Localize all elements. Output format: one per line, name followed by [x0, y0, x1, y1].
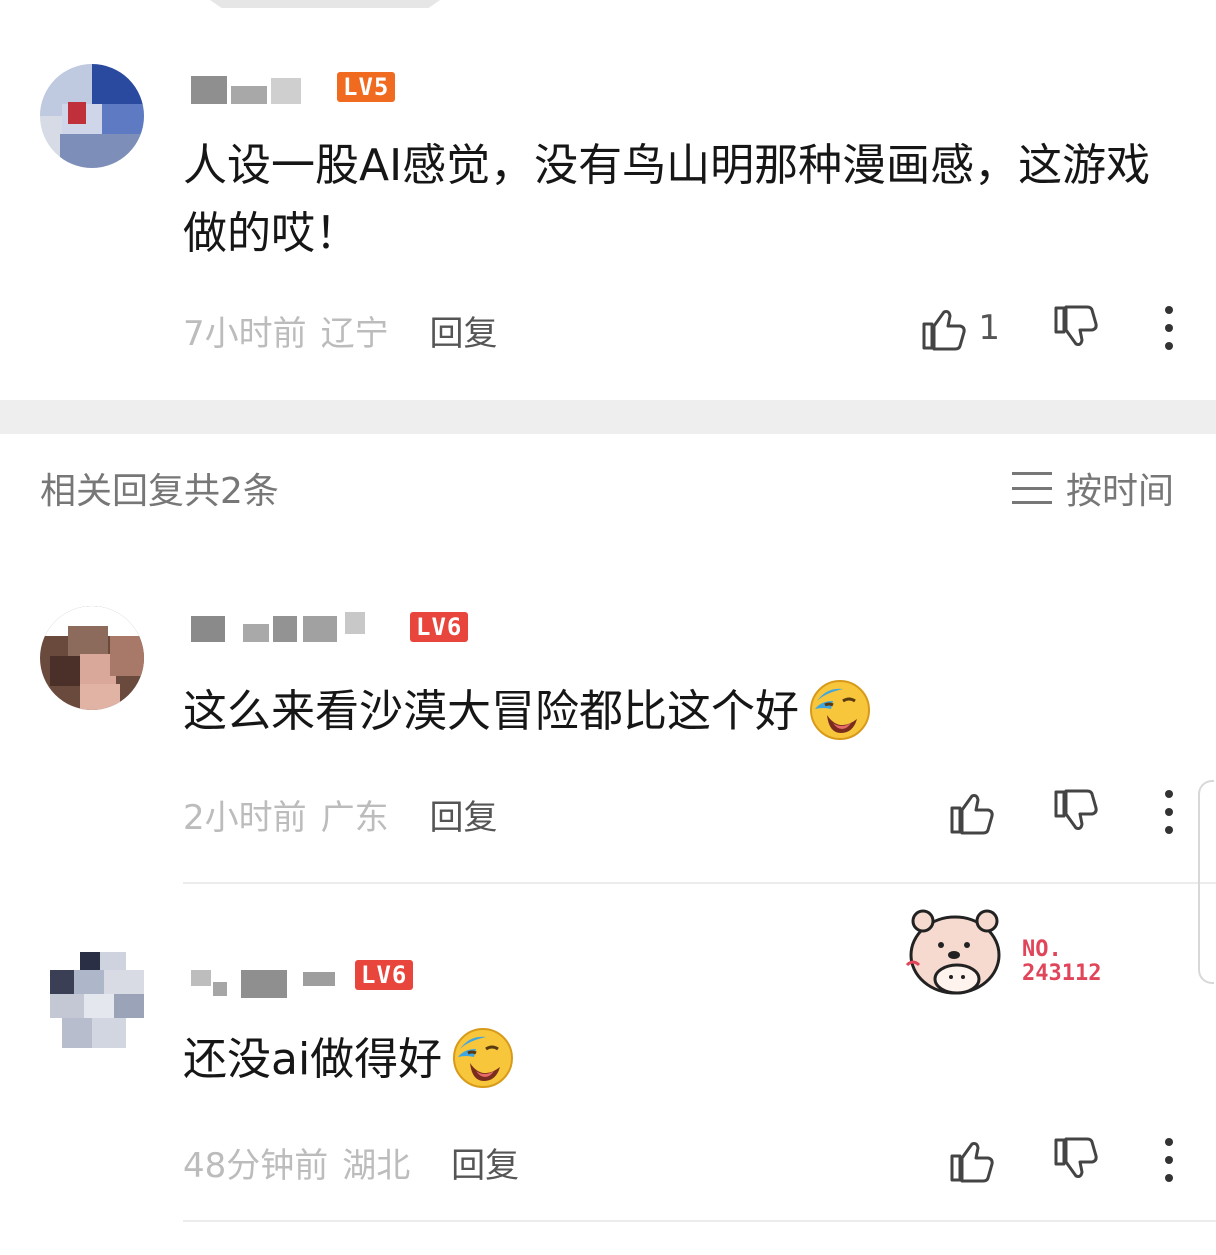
thumbs-down-icon[interactable]	[1052, 304, 1100, 352]
reply-divider	[183, 882, 1216, 884]
comment-meta: 7小时前 辽宁 回复	[183, 306, 497, 355]
reply-text: 还没ai做得好	[183, 1026, 883, 1094]
username[interactable]	[183, 962, 343, 1002]
sort-button[interactable]: 按时间	[1011, 462, 1174, 514]
thumbs-down-icon[interactable]	[1052, 1136, 1100, 1184]
username[interactable]	[183, 608, 383, 648]
location: 湖北	[342, 1146, 411, 1186]
reply-actions	[948, 1136, 1176, 1184]
laughing-cry-emoji	[453, 1028, 514, 1088]
avatar[interactable]	[40, 64, 144, 168]
more-vertical-icon[interactable]	[1162, 1138, 1176, 1182]
comment-text: 人设一股AI感觉，没有鸟山明那种漫画感，这游戏做的哎！	[183, 140, 1151, 259]
laughing-cry-emoji	[810, 680, 870, 740]
thumbs-up-icon[interactable]	[948, 1136, 996, 1184]
reply-button[interactable]: 回复	[451, 1146, 519, 1186]
location: 辽宁	[320, 314, 389, 354]
username[interactable]	[183, 72, 308, 112]
like-count: 1	[978, 308, 1000, 348]
more-vertical-icon[interactable]	[1162, 306, 1176, 350]
reply-meta: 2小时前 广东 回复	[183, 790, 497, 839]
replies-summary: 相关回复共2条	[40, 471, 279, 512]
sort-label: 按时间	[1065, 471, 1174, 512]
level-badge: LV6	[355, 960, 414, 990]
timestamp: 2小时前	[183, 798, 307, 838]
badge-number: NO. 243112	[1022, 937, 1102, 986]
location: 广东	[320, 798, 389, 838]
scrollbar[interactable]	[1198, 780, 1214, 984]
bear-badge-icon	[905, 905, 1005, 997]
more-vertical-icon[interactable]	[1162, 790, 1176, 834]
comment-actions: 1	[920, 304, 1176, 352]
thumbs-up-icon[interactable]	[948, 788, 996, 836]
top-scroll-edge	[210, 0, 440, 8]
avatar[interactable]	[40, 946, 144, 1050]
reply-text: 这么来看沙漠大冒险都比这个好	[183, 678, 1163, 746]
sort-lines-icon	[1011, 472, 1052, 504]
thumbs-up-icon[interactable]	[920, 304, 968, 352]
reply-actions	[948, 788, 1176, 836]
avatar[interactable]	[40, 606, 144, 710]
reply-button[interactable]: 回复	[429, 314, 497, 354]
timestamp: 48分钟前	[183, 1146, 329, 1186]
timestamp: 7小时前	[183, 314, 307, 354]
thumbs-down-icon[interactable]	[1052, 788, 1100, 836]
level-badge: LV6	[410, 612, 469, 642]
reply-meta: 48分钟前 湖北 回复	[183, 1138, 519, 1187]
reply-divider	[183, 1220, 1216, 1222]
level-badge: LV5	[337, 72, 396, 102]
reply-button[interactable]: 回复	[429, 798, 497, 838]
section-divider	[0, 400, 1216, 434]
